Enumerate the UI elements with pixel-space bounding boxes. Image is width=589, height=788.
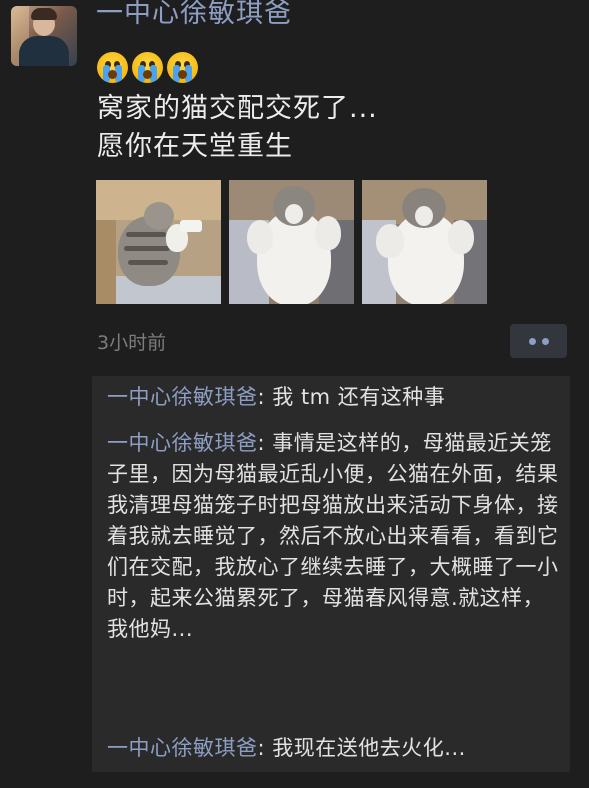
comment-item[interactable]: 一中心徐敏琪爸: 事情是这样的，母猫最近关笼子里，因为母猫最近乱小便，公猫在外面… xyxy=(107,428,562,645)
comment-separator: : xyxy=(257,385,273,409)
more-dot-icon xyxy=(528,337,536,345)
comment-author[interactable]: 一中心徐敏琪爸 xyxy=(107,431,258,455)
cat-photo-3[interactable] xyxy=(362,180,487,304)
comment-author[interactable]: 一中心徐敏琪爸 xyxy=(107,736,258,760)
comment-text: 我现在送他去火化... xyxy=(272,736,466,760)
comment-item[interactable]: 一中心徐敏琪爸: 我 tm 还有这种事 xyxy=(107,382,562,413)
post-timestamp: 3小时前 xyxy=(97,332,167,354)
post-text-line2: 愿你在天堂重生 xyxy=(97,131,293,162)
more-dot-icon xyxy=(541,337,549,345)
crying-face-icon xyxy=(167,52,198,83)
avatar-body xyxy=(19,36,69,66)
avatar-hair xyxy=(31,8,57,20)
crying-face-icon xyxy=(132,52,163,83)
cat-photo-2[interactable] xyxy=(229,180,354,304)
cat-photo-1[interactable] xyxy=(96,180,221,304)
post-text-line1: 窝家的猫交配交死了... xyxy=(97,93,378,124)
more-options-button[interactable] xyxy=(510,324,567,358)
emoji-row xyxy=(97,52,198,83)
crying-face-icon xyxy=(97,52,128,83)
comment-text: 事情是这样的，母猫最近关笼子里，因为母猫最近乱小便，公猫在外面，结果我清理母猫笼… xyxy=(107,431,559,641)
comment-item[interactable]: 一中心徐敏琪爸: 我现在送他去火化... xyxy=(107,733,562,764)
post-author-name[interactable]: 一中心徐敏琪爸 xyxy=(96,0,292,30)
comment-text: 我 tm 还有这种事 xyxy=(272,385,446,409)
avatar[interactable] xyxy=(11,6,77,66)
comment-author[interactable]: 一中心徐敏琪爸 xyxy=(107,385,258,409)
comment-separator: : xyxy=(257,736,273,760)
comments-section: 一中心徐敏琪爸: 我 tm 还有这种事 一中心徐敏琪爸: 事情是这样的，母猫最近… xyxy=(92,376,570,772)
comment-separator: : xyxy=(257,431,273,455)
